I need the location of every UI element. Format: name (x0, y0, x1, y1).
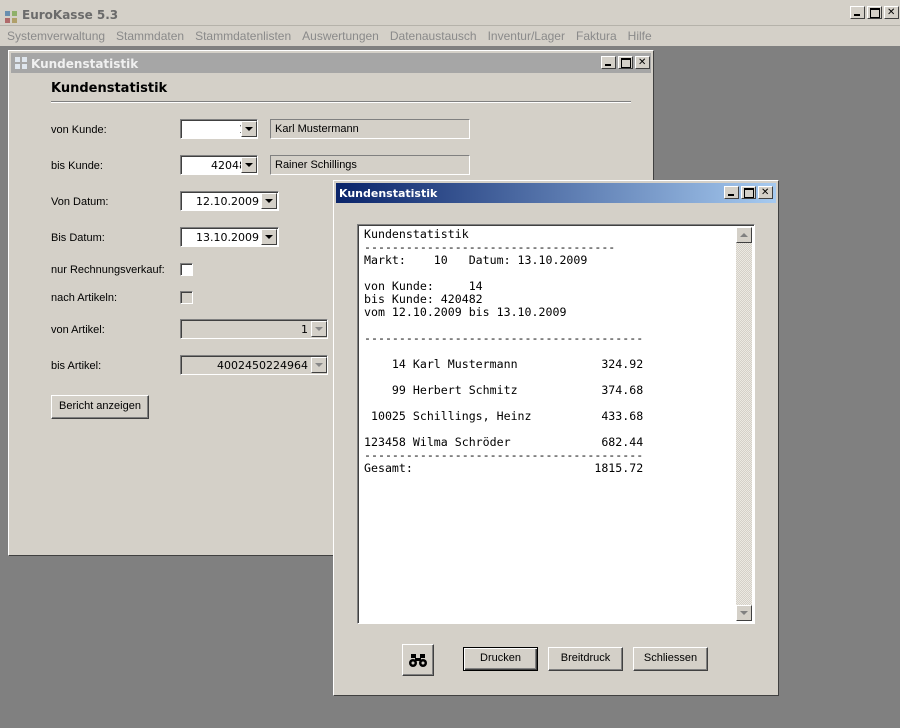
menu-datenaustausch[interactable]: Datenaustausch (390, 29, 477, 43)
chevron-down-icon[interactable] (311, 357, 327, 373)
menu-hilfe[interactable]: Hilfe (628, 29, 652, 43)
menu-systemverwaltung[interactable]: Systemverwaltung (7, 29, 105, 43)
bis-artikel-label: bis Artikel: (51, 360, 102, 372)
form-window-title: Kundenstatistik (31, 57, 139, 71)
nach-artikeln-checkbox[interactable] (180, 291, 193, 304)
chevron-down-icon[interactable] (241, 157, 257, 173)
von-artikel-label: von Artikel: (51, 324, 105, 336)
form-window-title-bar[interactable]: Kundenstatistik (11, 53, 651, 73)
chevron-down-icon[interactable] (261, 229, 277, 245)
minimize-icon[interactable] (724, 186, 739, 199)
von-kunde-label: von Kunde: (51, 124, 107, 136)
report-window-title: Kundenstatistik (339, 187, 438, 200)
von-datum-label: Von Datum: (51, 196, 109, 208)
scroll-down-icon[interactable] (736, 605, 752, 621)
form-window-controls (601, 56, 650, 69)
scroll-up-icon[interactable] (736, 227, 752, 243)
bis-kunde-label: bis Kunde: (51, 160, 103, 172)
maximize-icon[interactable] (867, 6, 882, 19)
binoculars-icon (409, 654, 427, 667)
menu-stammdaten[interactable]: Stammdaten (116, 29, 184, 43)
menu-inventur-lager[interactable]: Inventur/Lager (488, 29, 565, 43)
chevron-down-icon[interactable] (261, 193, 277, 209)
search-button[interactable] (402, 644, 434, 676)
bis-datum-label: Bis Datum: (51, 232, 105, 244)
chevron-down-icon[interactable] (241, 121, 257, 137)
menu-stammdatenlisten[interactable]: Stammdatenlisten (195, 29, 291, 43)
minimize-icon[interactable] (850, 6, 865, 19)
menu-faktura[interactable]: Faktura (576, 29, 617, 43)
von-kunde-name: Karl Mustermann (270, 119, 470, 139)
eurokasse-logo-icon (15, 57, 27, 69)
maximize-icon[interactable] (618, 56, 633, 69)
drucken-button[interactable]: Drucken (463, 647, 538, 671)
app-title: EuroKasse 5.3 (22, 8, 119, 22)
von-artikel-input[interactable]: 1 (180, 319, 328, 339)
app-title-area: EuroKasse 5.3 (0, 4, 900, 24)
nur-rechnungsverkauf-label: nur Rechnungsverkauf: (51, 264, 165, 276)
report-window: Kundenstatistik Kundenstatistik --------… (333, 180, 779, 696)
nach-artikeln-label: nach Artikeln: (51, 292, 118, 304)
menu-bar: Systemverwaltung Stammdaten Stammdatenli… (0, 26, 900, 46)
close-icon[interactable] (758, 186, 773, 199)
app-title-bar: EuroKasse 5.3 (0, 0, 900, 26)
nur-rechnungsverkauf-checkbox[interactable] (180, 263, 193, 276)
menu-auswertungen[interactable]: Auswertungen (302, 29, 379, 43)
bis-kunde-name: Rainer Schillings (270, 155, 470, 175)
close-icon[interactable] (884, 6, 899, 19)
schliessen-button[interactable]: Schliessen (633, 647, 708, 671)
report-window-title-bar[interactable]: Kundenstatistik (336, 183, 776, 203)
chevron-down-icon[interactable] (311, 321, 327, 337)
form-heading: Kundenstatistik (51, 81, 168, 96)
bericht-anzeigen-button[interactable]: Bericht anzeigen (51, 395, 149, 419)
bis-artikel-input[interactable]: 4002450224964 (180, 355, 328, 375)
eurokasse-logo-icon (5, 11, 17, 23)
breitdruck-button[interactable]: Breitdruck (548, 647, 623, 671)
close-icon[interactable] (635, 56, 650, 69)
report-window-controls (724, 186, 773, 199)
app-window-controls (850, 6, 899, 19)
report-text-area[interactable]: Kundenstatistik ------------------------… (357, 224, 755, 624)
heading-divider (51, 101, 631, 103)
report-text: Kundenstatistik ------------------------… (364, 227, 644, 475)
vertical-scrollbar[interactable] (736, 227, 752, 621)
maximize-icon[interactable] (741, 186, 756, 199)
minimize-icon[interactable] (601, 56, 616, 69)
